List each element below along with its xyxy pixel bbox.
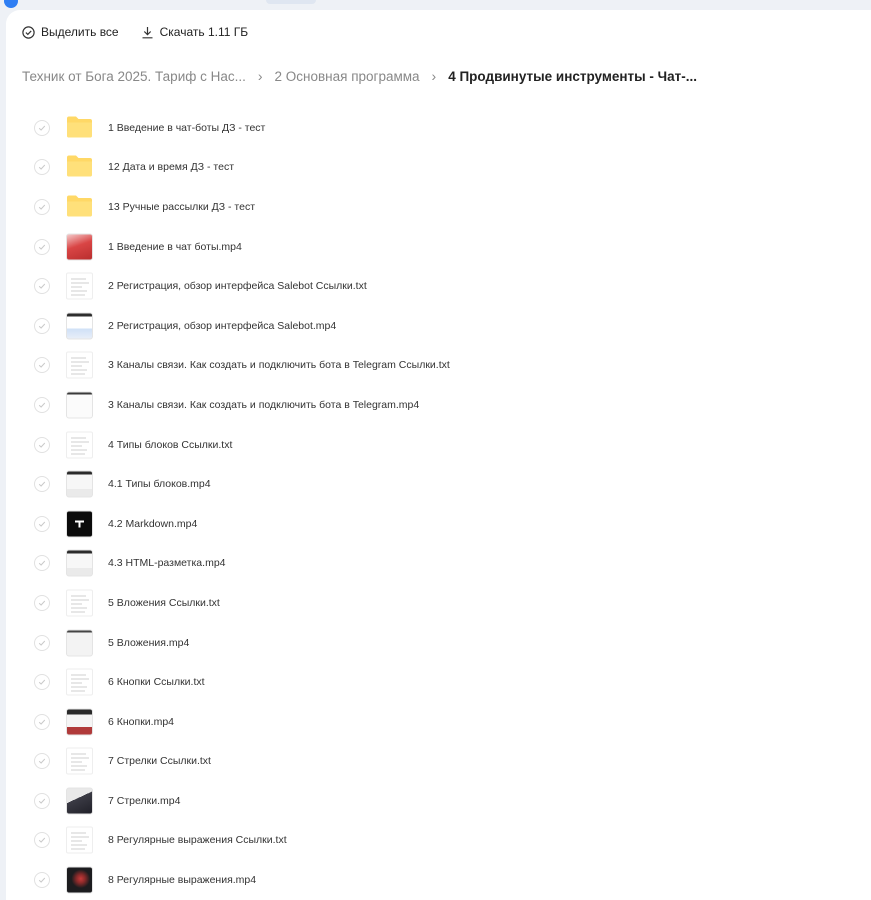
breadcrumb-item-root[interactable]: Техник от Бога 2025. Тариф с Нас... (22, 69, 246, 84)
row-checkbox[interactable] (34, 753, 50, 770)
file-name[interactable]: 6 Кнопки.mp4 (108, 716, 174, 728)
row-checkbox[interactable] (34, 515, 50, 532)
window-top-strip (0, 0, 871, 10)
download-label: Скачать 1.11 ГБ (159, 25, 249, 39)
file-row[interactable]: 4.2 Markdown.mp4 (6, 504, 871, 544)
row-checkbox[interactable] (34, 396, 50, 413)
video-thumbnail (66, 233, 93, 261)
file-row[interactable]: 6 Кнопки.mp4 (6, 702, 871, 742)
file-browser-panel: Выделить все Скачать 1.11 ГБ Техник от Б… (6, 10, 871, 900)
folder-name[interactable]: 13 Ручные рассылки ДЗ - тест (108, 201, 255, 213)
video-thumbnail (66, 470, 93, 498)
row-checkbox[interactable] (34, 238, 50, 255)
file-name[interactable]: 7 Стрелки.mp4 (108, 795, 180, 807)
file-name[interactable]: 3 Каналы связи. Как создать и подключить… (108, 359, 450, 371)
file-name[interactable]: 1 Введение в чат боты.mp4 (108, 241, 242, 253)
file-row[interactable]: 4.3 HTML-разметка.mp4 (6, 544, 871, 584)
text-file-thumbnail (66, 272, 93, 300)
folder-row[interactable]: 13 Ручные рассылки ДЗ - тест (6, 187, 871, 227)
text-file-thumbnail (66, 589, 93, 617)
file-row[interactable]: 8 Регулярные выражения Ссылки.txt (6, 821, 871, 861)
file-name[interactable]: 4 Типы блоков Ссылки.txt (108, 439, 232, 451)
file-row[interactable]: 6 Кнопки Ссылки.txt (6, 662, 871, 702)
file-name[interactable]: 3 Каналы связи. Как создать и подключить… (108, 399, 419, 411)
file-name[interactable]: 5 Вложения.mp4 (108, 637, 189, 649)
file-row[interactable]: 8 Регулярные выражения.mp4 (6, 860, 871, 900)
top-tab[interactable] (266, 0, 316, 4)
breadcrumb-item-main-program[interactable]: 2 Основная программа (275, 69, 420, 84)
download-button[interactable]: Скачать 1.11 ГБ (141, 25, 249, 39)
folder-row[interactable]: 12 Дата и время ДЗ - тест (6, 148, 871, 188)
video-thumbnail (66, 510, 93, 538)
row-checkbox[interactable] (34, 832, 50, 849)
text-file-thumbnail (66, 431, 93, 459)
video-thumbnail (66, 391, 93, 419)
folder-icon (66, 154, 93, 181)
video-thumbnail (66, 708, 93, 736)
file-name[interactable]: 2 Регистрация, обзор интерфейса Salebot … (108, 280, 367, 292)
file-name[interactable]: 7 Стрелки Ссылки.txt (108, 755, 211, 767)
file-name[interactable]: 4.2 Markdown.mp4 (108, 518, 197, 530)
check-circle-icon (22, 25, 35, 39)
file-name[interactable]: 6 Кнопки Ссылки.txt (108, 676, 205, 688)
select-all-label: Выделить все (41, 25, 119, 39)
folder-name[interactable]: 1 Введение в чат-боты ДЗ - тест (108, 122, 265, 134)
file-row[interactable]: 4.1 Типы блоков.mp4 (6, 464, 871, 504)
row-checkbox[interactable] (34, 119, 50, 136)
row-checkbox[interactable] (34, 476, 50, 493)
folder-icon (66, 193, 93, 220)
folder-name[interactable]: 12 Дата и время ДЗ - тест (108, 161, 234, 173)
row-checkbox[interactable] (34, 436, 50, 453)
row-checkbox[interactable] (34, 634, 50, 651)
file-name[interactable]: 8 Регулярные выражения Ссылки.txt (108, 834, 287, 846)
video-thumbnail (66, 312, 93, 340)
folder-row[interactable]: 1 Введение в чат-боты ДЗ - тест (6, 108, 871, 148)
video-thumbnail (66, 549, 93, 577)
row-checkbox[interactable] (34, 674, 50, 691)
chevron-right-icon: › (431, 68, 437, 84)
video-thumbnail (66, 629, 93, 657)
row-checkbox[interactable] (34, 594, 50, 611)
row-checkbox[interactable] (34, 159, 50, 176)
folder-icon (66, 114, 93, 141)
file-row[interactable]: 3 Каналы связи. Как создать и подключить… (6, 385, 871, 425)
chevron-right-icon: › (257, 68, 263, 84)
file-name[interactable]: 2 Регистрация, обзор интерфейса Salebot.… (108, 320, 336, 332)
file-row[interactable]: 7 Стрелки.mp4 (6, 781, 871, 821)
row-checkbox[interactable] (34, 555, 50, 572)
row-checkbox[interactable] (34, 713, 50, 730)
breadcrumb-item-current: 4 Продвинутые инструменты - Чат-... (448, 68, 697, 84)
select-all-button[interactable]: Выделить все (22, 25, 119, 39)
video-thumbnail (66, 787, 93, 815)
video-thumbnail (66, 866, 93, 894)
file-name[interactable]: 4.3 HTML-разметка.mp4 (108, 557, 226, 569)
file-row[interactable]: 5 Вложения Ссылки.txt (6, 583, 871, 623)
row-checkbox[interactable] (34, 357, 50, 374)
file-row[interactable]: 1 Введение в чат боты.mp4 (6, 227, 871, 267)
text-file-thumbnail (66, 826, 93, 854)
file-row[interactable]: 5 Вложения.mp4 (6, 623, 871, 663)
file-row[interactable]: 2 Регистрация, обзор интерфейса Salebot … (6, 266, 871, 306)
row-checkbox[interactable] (34, 792, 50, 809)
file-list: 1 Введение в чат-боты ДЗ - тест 12 Дата и… (6, 108, 871, 900)
file-name[interactable]: 8 Регулярные выражения.mp4 (108, 874, 256, 886)
row-checkbox[interactable] (34, 317, 50, 334)
text-file-thumbnail (66, 351, 93, 379)
row-checkbox[interactable] (34, 198, 50, 215)
file-row[interactable]: 4 Типы блоков Ссылки.txt (6, 425, 871, 465)
app-logo-icon (4, 0, 18, 8)
text-file-thumbnail (66, 668, 93, 696)
file-row[interactable]: 2 Регистрация, обзор интерфейса Salebot.… (6, 306, 871, 346)
toolbar: Выделить все Скачать 1.11 ГБ (22, 22, 248, 42)
row-checkbox[interactable] (34, 278, 50, 295)
text-file-thumbnail (66, 747, 93, 775)
file-row[interactable]: 3 Каналы связи. Как создать и подключить… (6, 346, 871, 386)
breadcrumb: Техник от Бога 2025. Тариф с Нас... › 2 … (22, 68, 697, 84)
file-name[interactable]: 5 Вложения Ссылки.txt (108, 597, 220, 609)
row-checkbox[interactable] (34, 872, 50, 889)
file-row[interactable]: 7 Стрелки Ссылки.txt (6, 742, 871, 782)
file-name[interactable]: 4.1 Типы блоков.mp4 (108, 478, 211, 490)
download-icon (141, 26, 154, 39)
